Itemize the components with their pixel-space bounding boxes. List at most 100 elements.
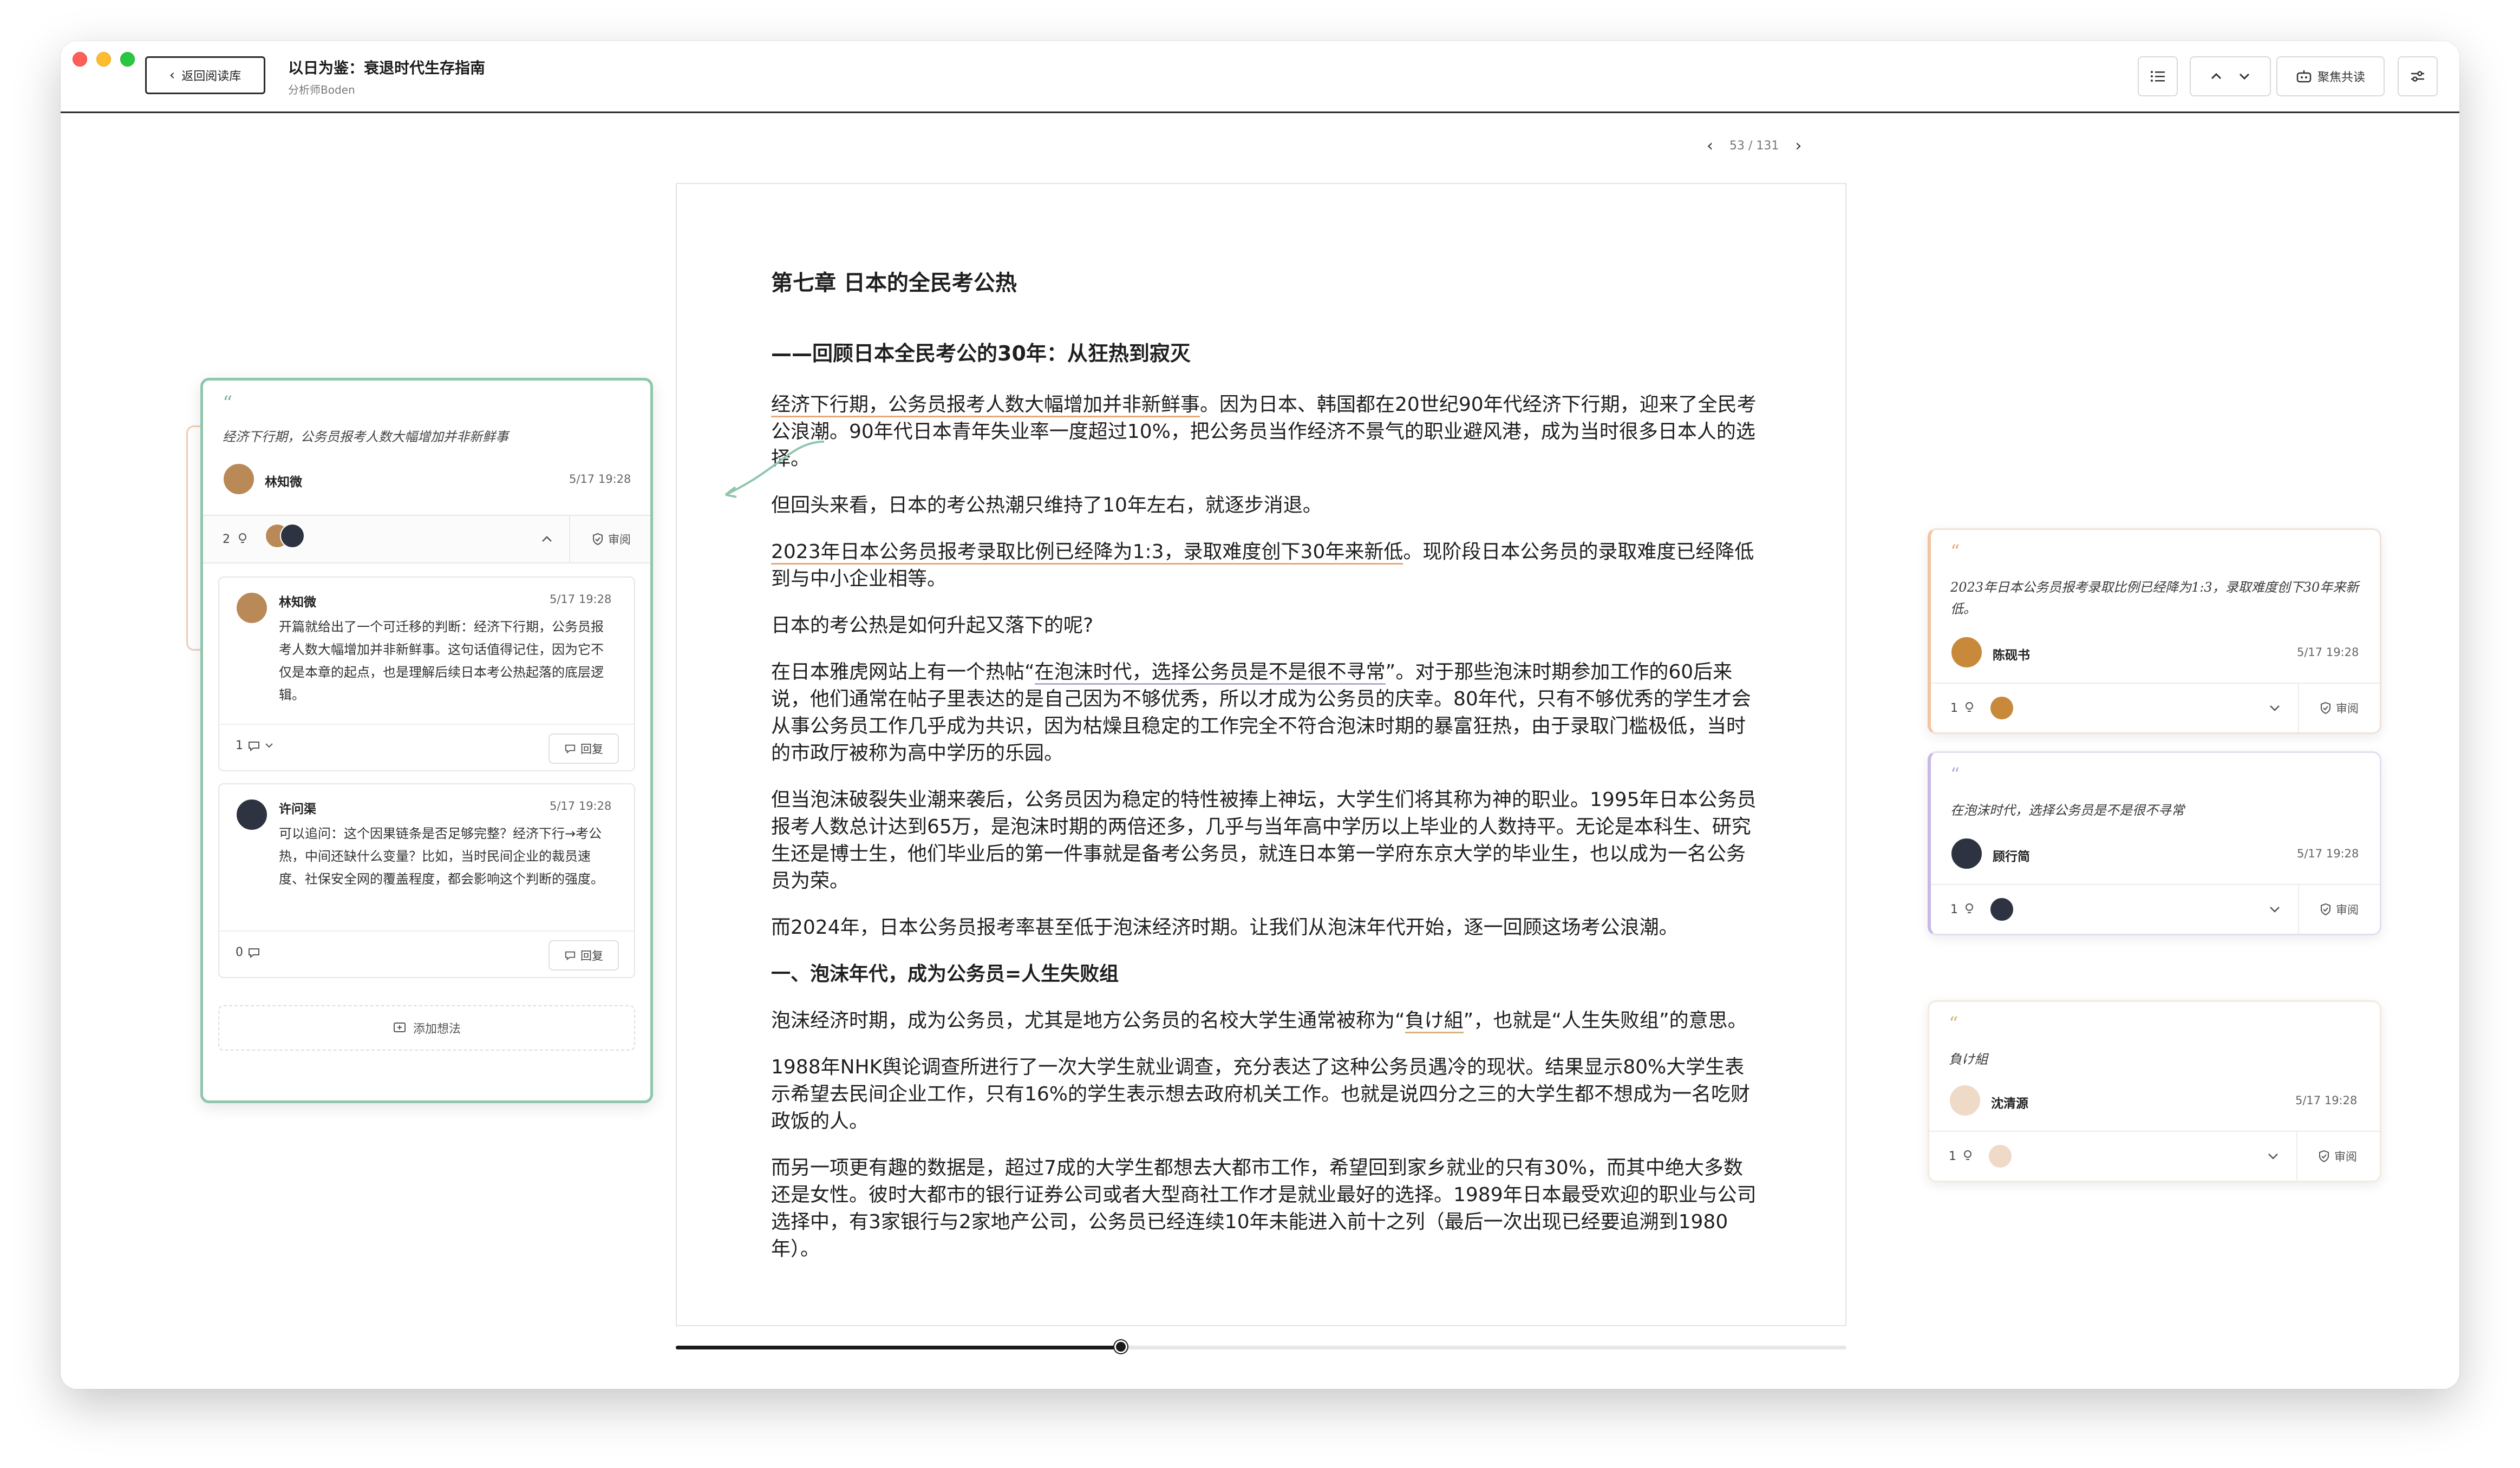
quote-icon: “ bbox=[1950, 541, 1960, 562]
paragraph: 但当泡沫破裂失业潮来袭后，公务员因为稳定的特性被捧上神坛，大学生们将其称为神的职… bbox=[771, 789, 1757, 892]
shield-check-icon bbox=[593, 533, 603, 546]
comment-icon[interactable] bbox=[247, 740, 260, 752]
highlight-3[interactable]: 在泡沫时代，选择公务员是不是很不寻常 bbox=[1034, 661, 1386, 685]
reader-settings-button[interactable] bbox=[2398, 56, 2438, 96]
paragraph: 2023年日本公务员报考录取比例已经降为1:3，录取难度创下30年来新低。现阶段… bbox=[771, 541, 1754, 590]
avatar bbox=[1949, 1084, 1981, 1117]
annotation-stats: 1 审阅 bbox=[1931, 884, 2380, 934]
review-button[interactable]: 审阅 bbox=[2320, 901, 2359, 918]
comment-icon bbox=[565, 744, 576, 754]
timestamp: 5/17 19:28 bbox=[2297, 847, 2359, 860]
paragraph: 但回头来看，日本的考公热潮只维持了10年左右，就逐步消退。 bbox=[771, 494, 1322, 516]
annotation-card[interactable]: “ 在泡沫时代，选择公务员是不是很不寻常 顾行简 5/17 19:28 1 审阅 bbox=[1928, 751, 2381, 935]
expanded-annotation-card[interactable]: “ 经济下行期，公务员报考人数大幅增加并非新鲜事 林知微 5/17 19:28 … bbox=[200, 378, 653, 1103]
author-name: 林知微 bbox=[265, 475, 302, 489]
chevron-down-icon[interactable] bbox=[2267, 1152, 2279, 1161]
timestamp: 5/17 19:28 bbox=[2297, 646, 2359, 659]
focus-share-button[interactable]: 聚焦共读 bbox=[2276, 56, 2385, 96]
reply-button[interactable]: 回复 bbox=[549, 940, 619, 971]
reply-card: 林知微 5/17 19:28 开篇就给出了一个可迁移的判断：经济下行期，公务员报… bbox=[218, 576, 635, 771]
chevron-down-icon[interactable] bbox=[2269, 704, 2281, 712]
document-title: 以日为鉴：衰退时代生存指南 bbox=[288, 59, 486, 77]
highlight-4[interactable]: 負け組 bbox=[1405, 1010, 1464, 1033]
lightbulb-icon[interactable] bbox=[1964, 903, 1974, 916]
author-name: 顾行简 bbox=[1993, 850, 2030, 864]
zoom-window-button[interactable] bbox=[120, 52, 135, 67]
reply-text: 可以追问：这个因果链条是否足够完整？经济下行→考公热，中间还缺什么变量？比如，当… bbox=[279, 826, 604, 887]
page-content: 第七章 日本的全民考公热 ——回顾日本全民考公的30年：从狂热到寂灭 经济下行期… bbox=[771, 265, 1757, 1282]
paragraph: 在日本雅虎网站上有一个热帖“在泡沫时代，选择公务员是不是很不寻常”。对于那些泡沫… bbox=[771, 661, 1751, 764]
annotation-card[interactable]: “ 2023年日本公务员报考录取比例已经降为1:3，录取难度创下30年来新低。 … bbox=[1928, 528, 2381, 734]
sliders-icon bbox=[2411, 71, 2424, 82]
author-name: 陈砚书 bbox=[1993, 648, 2030, 663]
current-page: 53 bbox=[1729, 139, 1745, 153]
shield-check-icon bbox=[2321, 903, 2330, 916]
total-pages: 131 bbox=[1756, 139, 1779, 153]
reply-comment-count: 0 bbox=[236, 946, 243, 959]
reply-card: 许问渠 5/17 19:28 可以追问：这个因果链条是否足够完整？经济下行→考公… bbox=[218, 783, 635, 978]
next-page-icon[interactable]: › bbox=[1795, 136, 1801, 155]
chevron-down-icon[interactable] bbox=[265, 742, 273, 749]
timestamp: 5/17 19:28 bbox=[2295, 1094, 2358, 1107]
like-count: 1 bbox=[1950, 701, 1958, 715]
focus-share-label: 聚焦共读 bbox=[2317, 71, 2365, 84]
annotation-card[interactable]: “ 負け組 沈清源 5/17 19:28 1 审阅 bbox=[1928, 1000, 2381, 1182]
participant-avatar bbox=[280, 523, 305, 548]
comment-icon[interactable] bbox=[247, 947, 260, 959]
avatar bbox=[236, 592, 268, 624]
chapter-title: 第七章 日本的全民考公热 bbox=[771, 271, 1017, 296]
highlight-1[interactable]: 经济下行期，公务员报考人数大幅增加并非新鲜事 bbox=[771, 394, 1200, 417]
like-count: 1 bbox=[1950, 902, 1958, 916]
participant-avatar bbox=[1988, 1144, 2013, 1169]
chevron-down-icon[interactable] bbox=[2269, 905, 2281, 914]
quote-icon: “ bbox=[223, 392, 233, 415]
back-to-library-button[interactable]: ‹ 返回阅读库 bbox=[145, 56, 265, 94]
reply-time: 5/17 19:28 bbox=[550, 593, 612, 606]
reading-progress-bar[interactable] bbox=[676, 1340, 1846, 1353]
quote-icon: “ bbox=[1949, 1013, 1958, 1034]
like-count: 1 bbox=[1949, 1149, 1956, 1163]
paragraph: 日本的考公热是如何升起又落下的呢? bbox=[771, 614, 1094, 637]
review-button[interactable]: 审阅 bbox=[2318, 1148, 2357, 1164]
avatar bbox=[236, 798, 268, 831]
reply-button[interactable]: 回复 bbox=[549, 733, 619, 764]
paragraph: 而另一项更有趣的数据是，超过7成的大学生都想去大都市工作，希望回到家乡就业的只有… bbox=[771, 1157, 1757, 1260]
quote-icon: “ bbox=[1950, 764, 1960, 785]
review-button[interactable]: 审阅 bbox=[2320, 700, 2359, 716]
reply-author: 林知微 bbox=[279, 595, 316, 610]
reading-progress-handle[interactable] bbox=[1114, 1340, 1127, 1353]
add-idea-button[interactable]: 添加想法 bbox=[218, 1005, 635, 1051]
chevron-up-icon[interactable] bbox=[541, 535, 553, 543]
lightbulb-icon[interactable] bbox=[238, 533, 247, 546]
shield-check-icon bbox=[2319, 1150, 2329, 1163]
participant-avatar bbox=[1989, 897, 2014, 922]
prev-page-icon[interactable]: ‹ bbox=[1707, 136, 1713, 155]
app-window: ‹ 返回阅读库 以日为鉴：衰退时代生存指南 分析师Boden 聚焦共读 ‹ 53… bbox=[61, 41, 2459, 1389]
close-window-button[interactable] bbox=[73, 52, 87, 67]
minimize-window-button[interactable] bbox=[96, 52, 111, 67]
lightbulb-icon[interactable] bbox=[1963, 1150, 1973, 1163]
chevron-up-icon[interactable] bbox=[2210, 72, 2222, 81]
reply-time: 5/17 19:28 bbox=[550, 799, 612, 812]
highlight-2[interactable]: 2023年日本公务员报考录取比例已经降为1:3，录取难度创下30年来新低 bbox=[771, 541, 1403, 565]
chevron-down-icon[interactable] bbox=[2238, 72, 2250, 81]
paragraph: 经济下行期，公务员报考人数大幅增加并非新鲜事。因为日本、韩国都在20世纪90年代… bbox=[771, 394, 1757, 470]
review-button[interactable]: 审阅 bbox=[592, 531, 631, 547]
section-title: ——回顾日本全民考公的30年：从狂热到寂灭 bbox=[771, 342, 1191, 365]
reading-progress-fill bbox=[676, 1346, 1121, 1349]
annotation-quote: 2023年日本公务员报考录取比例已经降为1:3，录取难度创下30年来新低。 bbox=[1950, 580, 2359, 617]
window-controls bbox=[73, 52, 135, 67]
back-button-label: 返回阅读库 bbox=[181, 70, 241, 83]
annotation-stats: 1 审阅 bbox=[1931, 683, 2380, 732]
reply-text: 开篇就给出了一个可迁移的判断：经济下行期，公务员报考人数大幅增加并非新鲜事。这句… bbox=[279, 619, 604, 703]
title-bar: ‹ 返回阅读库 以日为鉴：衰退时代生存指南 分析师Boden 聚焦共读 bbox=[61, 41, 2459, 113]
document-author: 分析师Boden bbox=[288, 83, 355, 96]
add-note-icon bbox=[393, 1023, 406, 1032]
annotation-connector bbox=[724, 441, 825, 498]
participant-avatar bbox=[1989, 696, 2014, 720]
lightbulb-icon[interactable] bbox=[1964, 702, 1974, 715]
annotation-quote: 負け組 bbox=[1949, 1052, 1988, 1067]
like-count: 2 bbox=[223, 532, 230, 546]
toc-button[interactable] bbox=[2138, 56, 2178, 96]
avatar bbox=[223, 463, 255, 495]
